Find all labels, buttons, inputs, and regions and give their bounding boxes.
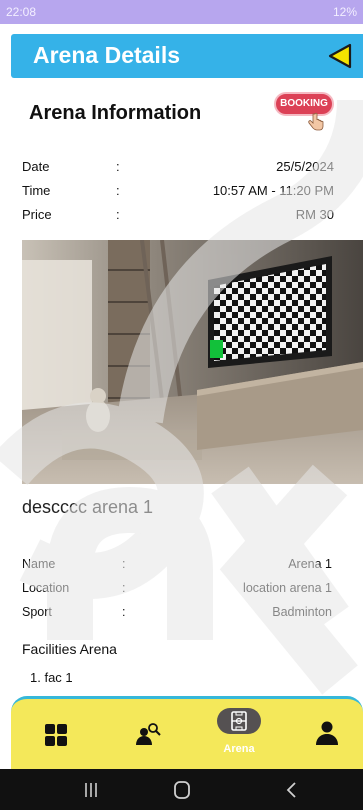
pointing-hand-icon — [308, 112, 324, 131]
recent-apps-icon[interactable] — [82, 781, 100, 799]
app-bar: Arena Details — [11, 34, 363, 78]
arena-description: descccc arena 1 — [22, 497, 154, 517]
date-value: 25/5/2024 — [276, 159, 334, 174]
detail-row-location: Location : location arena 1 — [22, 581, 332, 599]
name-label: Name — [22, 557, 56, 571]
nav-item-profile[interactable] — [296, 699, 356, 765]
price-separator: : — [116, 207, 120, 222]
sport-separator: : — [122, 605, 126, 619]
price-label: Price — [22, 207, 52, 222]
status-bar: 22:08 12% — [0, 0, 363, 24]
user-search-icon — [136, 723, 161, 745]
nav-label-arena: Arena — [223, 743, 255, 755]
arena-image — [22, 240, 363, 484]
location-label: Location — [22, 581, 70, 595]
sport-label: Sport — [22, 605, 52, 619]
person-icon — [316, 721, 338, 745]
arena-photo-illustration — [22, 240, 363, 484]
time-separator: : — [116, 183, 120, 198]
location-value: location arena 1 — [243, 581, 332, 595]
status-time: 22:08 — [6, 5, 37, 19]
page-title: Arena Details — [33, 42, 181, 68]
name-value: Arena 1 — [288, 557, 332, 571]
home-icon[interactable] — [172, 781, 192, 799]
info-row-price: Price : RM 30 — [22, 207, 334, 225]
location-separator: : — [122, 581, 126, 595]
back-triangle-icon[interactable] — [327, 43, 353, 69]
system-nav-bar — [0, 769, 363, 810]
time-value: 10:57 AM - 11:20 PM — [212, 183, 334, 198]
section-title: Arena Information — [29, 102, 202, 124]
battery-percentage: 12% — [332, 5, 357, 19]
date-label: Date — [22, 159, 50, 174]
nav-item-dashboard[interactable] — [31, 699, 91, 765]
grid-icon — [45, 724, 67, 746]
sport-value: Badminton — [272, 605, 332, 619]
detail-row-name: Name : Arena 1 — [22, 557, 332, 575]
name-separator: : — [122, 557, 126, 571]
arena-icon — [231, 711, 247, 731]
booking-button[interactable]: BOOKING — [268, 90, 336, 134]
facilities-title: Facilities Arena — [22, 641, 117, 657]
detail-row-sport: Sport : Badminton — [22, 605, 332, 623]
info-row-time: Time : 10:57 AM - 11:20 PM — [22, 183, 334, 201]
time-label: Time — [22, 183, 51, 198]
system-back-icon[interactable] — [284, 781, 300, 799]
date-separator: : — [116, 159, 120, 174]
facility-item: 1. fac 1 — [30, 670, 73, 685]
info-row-date: Date : 25/5/2024 — [22, 159, 334, 177]
bottom-nav: Arena — [11, 696, 363, 769]
price-value: RM 30 — [295, 207, 334, 222]
nav-item-search-user[interactable] — [123, 699, 183, 765]
nav-item-arena[interactable]: Arena — [206, 699, 266, 765]
